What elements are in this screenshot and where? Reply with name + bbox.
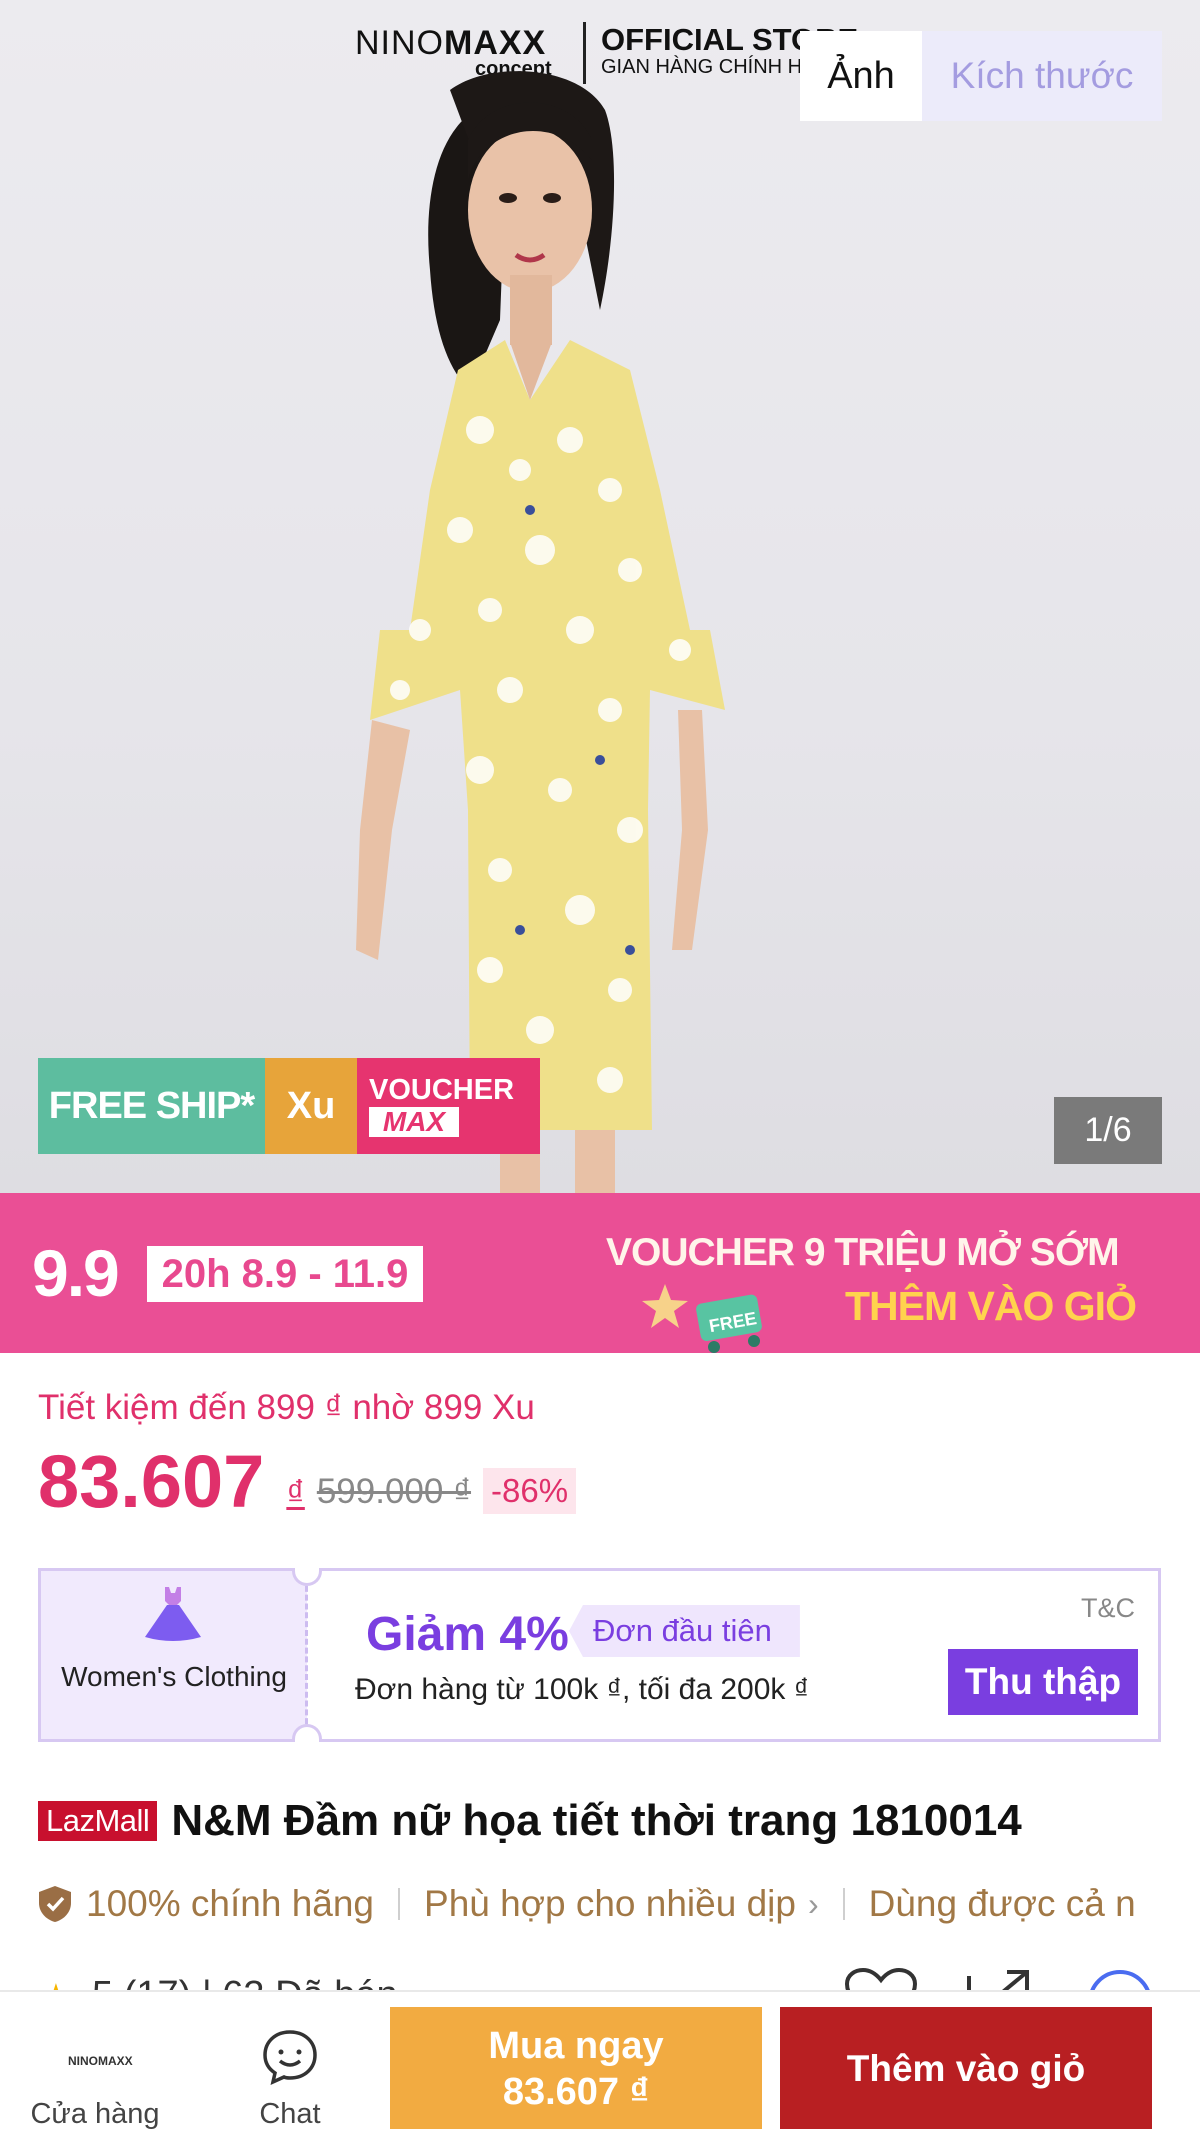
dress-icon [145,1587,201,1641]
product-title: N&M Đầm nữ họa tiết thời trang 1810014 [171,1796,1022,1845]
chat-button[interactable]: Chat [235,1992,345,2129]
voucher-max-bottom: MAX [369,1107,459,1137]
buy-now-label: Mua ngay [488,2025,664,2067]
campaign-date: 20h 8.9 - 11.9 [147,1246,423,1302]
original-price: 599.000 ₫ [316,1472,472,1511]
feature-separator [398,1888,401,1920]
chat-icon [263,2030,317,2086]
buy-now-button[interactable]: Mua ngay 83.607 ₫ [390,2007,762,2129]
feature-separator [842,1888,845,1920]
feature-strip[interactable]: 100% chính hãng Phù hợp cho nhiều dịp › … [38,1876,1200,1932]
voucher-max-badge: VOUCHER MAX [357,1058,540,1154]
xu-savings-text: Tiết kiệm đến 899 ₫ nhờ 899 Xu [38,1388,535,1427]
voucher-divider [305,1577,308,1733]
store-button[interactable]: NINOMAXX Cửa hàng [0,1992,190,2129]
campaign-number: 9.9 [32,1236,120,1310]
voucher-max-top: VOUCHER [369,1074,515,1106]
view-toggle: Ảnh Kích thước [800,31,1162,121]
feature-usable: Dùng được cả n [868,1883,1136,1924]
current-price: 83.607 [38,1440,265,1523]
price-currency: ₫ [286,1472,305,1513]
voucher-category: Women's Clothing [61,1661,287,1692]
voucher-terms-link[interactable]: T&C [1081,1593,1135,1624]
voucher-category-panel: Women's Clothing [41,1571,307,1739]
free-ship-badge: FREE SHIP* [38,1058,265,1154]
tab-size-chart[interactable]: Kích thước [922,31,1162,121]
price-row: 83.607 ₫ 599.000 ₫ -86% [38,1440,577,1523]
product-page: NINOMAXX concept OFFICIAL STORE GIAN HÀN… [0,0,1200,2129]
free-truck-icon: FREE [696,1294,762,1353]
campaign-cta: THÊM VÀO GIỎ [845,1283,1137,1329]
store-voucher-card: Women's Clothing Giảm 4% Đơn đầu tiên Đơ… [38,1568,1161,1742]
store-label: Cửa hàng [30,2098,160,2129]
chat-label: Chat [259,2098,321,2129]
product-title-row: LazMall N&M Đầm nữ họa tiết thời trang 1… [38,1793,1022,1849]
xu-badge: Xu [265,1058,357,1154]
discount-badge: -86% [483,1468,577,1514]
promo-badges: FREE SHIP* Xu VOUCHER MAX [38,1058,540,1154]
store-logo-icon: NINOMAXX [68,2054,133,2068]
bottom-action-bar: NINOMAXX Cửa hàng Chat Mua ngay 83.607 ₫… [0,1990,1200,2129]
voucher-title: Giảm 4% [366,1608,569,1661]
feature-authentic: 100% chính hãng [86,1883,375,1924]
campaign-headline: VOUCHER 9 TRIỆU MỞ SỚM [606,1231,1120,1274]
voucher-notch-bottom [292,1724,322,1742]
shield-icon [39,1886,71,1922]
product-model-image [356,71,725,1193]
image-counter: 1/6 [1054,1097,1162,1164]
add-to-cart-button[interactable]: Thêm vào giỏ [780,2007,1152,2129]
tab-photo[interactable]: Ảnh [800,31,922,121]
star-icon [642,1284,688,1328]
voucher-tag: Đơn đầu tiên [569,1605,800,1657]
voucher-condition: Đơn hàng từ 100k ₫, tối đa 200k ₫ [355,1673,810,1706]
campaign-banner[interactable]: 9.9 20h 8.9 - 11.9 VOUCHER 9 TRIỆU MỞ SỚ… [0,1193,1200,1353]
product-image-gallery[interactable]: NINOMAXX concept OFFICIAL STORE GIAN HÀN… [0,0,1200,1193]
buy-now-price: 83.607 ₫ [502,2071,650,2113]
feature-occasion: Phù hợp cho nhiều dịp [424,1883,796,1924]
chevron-right-icon: › [807,1885,819,1922]
collect-voucher-button[interactable]: Thu thập [948,1649,1138,1715]
lazmall-badge: LazMall [38,1801,158,1841]
